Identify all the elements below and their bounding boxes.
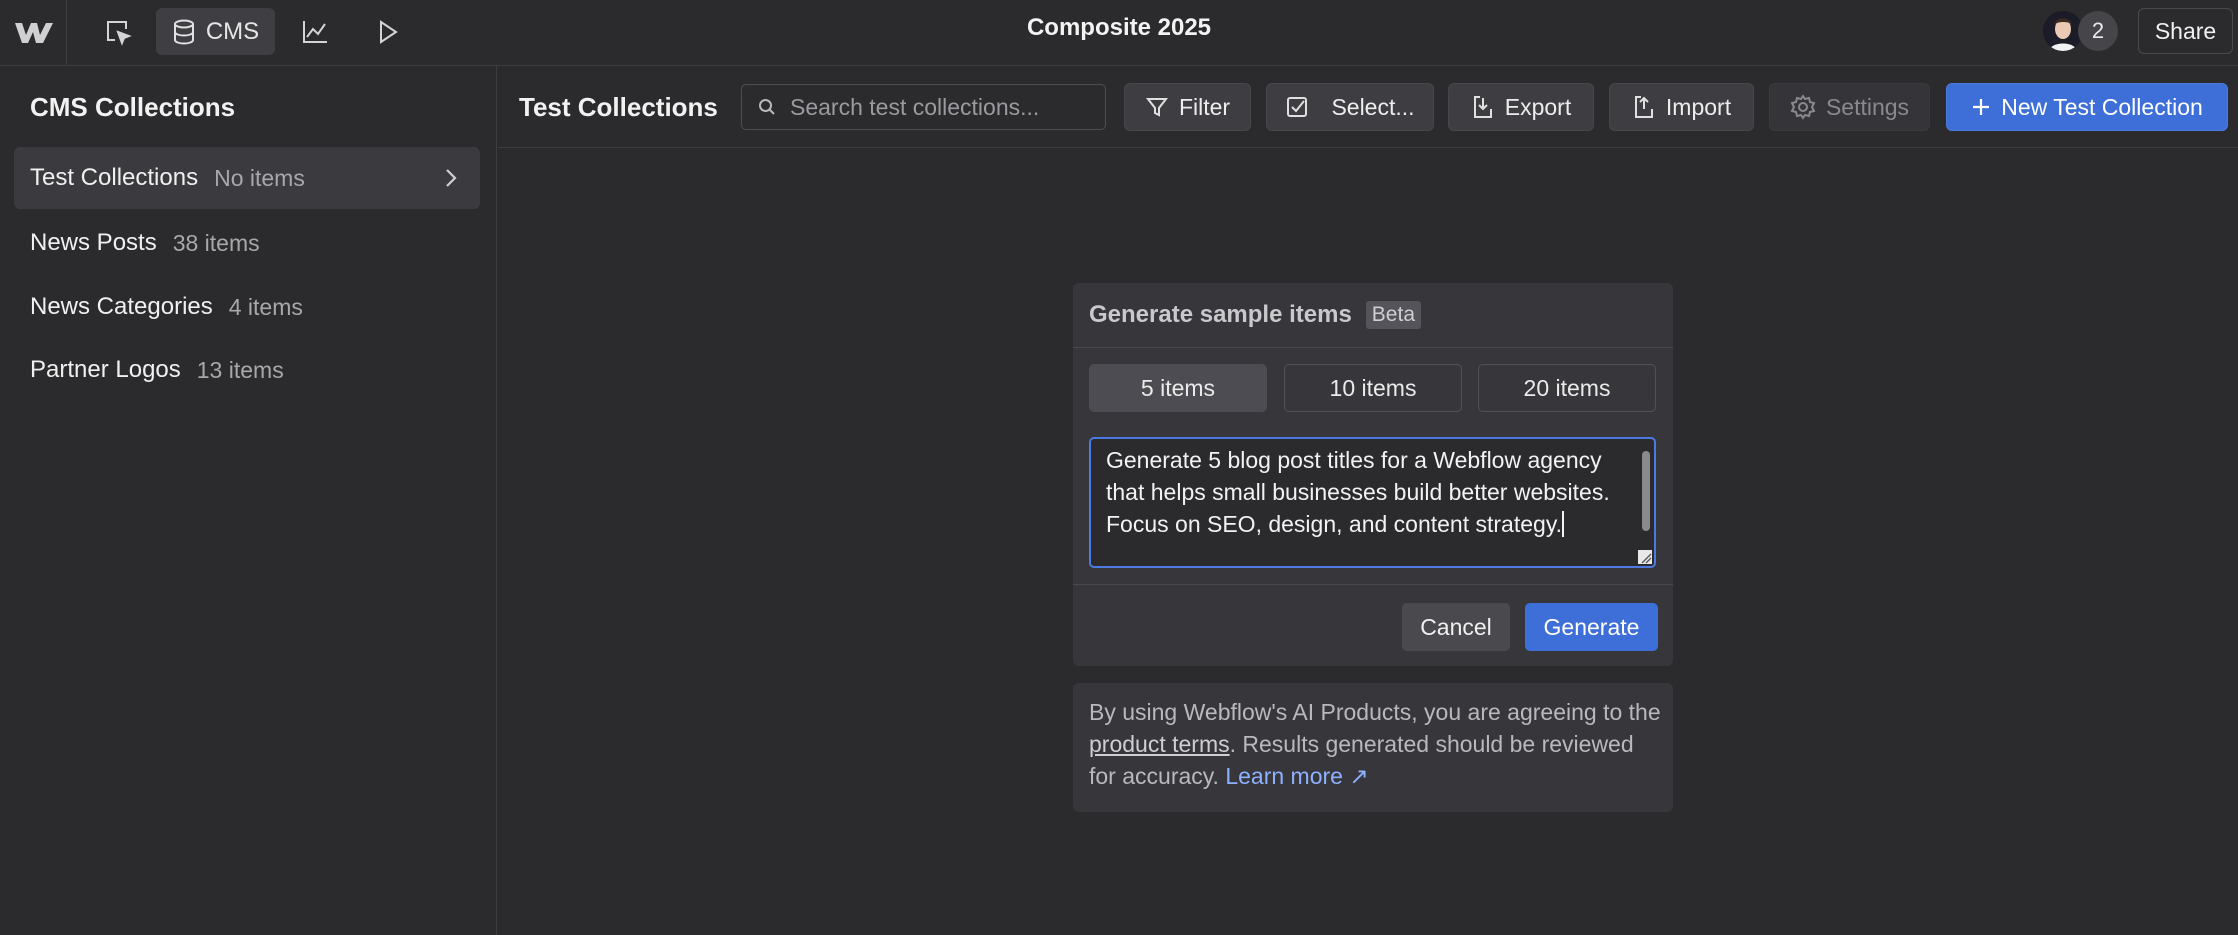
- prompt-textarea[interactable]: Generate 5 blog post titles for a Webflo…: [1089, 437, 1656, 568]
- product-terms-link[interactable]: product terms: [1089, 731, 1230, 757]
- share-button[interactable]: Share: [2138, 8, 2233, 54]
- ai-terms-notice: By using Webflow's AI Products, you are …: [1073, 683, 1673, 812]
- import-label: Import: [1665, 93, 1732, 120]
- settings-label: Settings: [1825, 93, 1910, 120]
- site-title: Composite 2025: [1026, 14, 1212, 41]
- collection-count: No items: [214, 164, 305, 191]
- resize-handle-icon[interactable]: [1638, 550, 1652, 564]
- avatar[interactable]: [2043, 11, 2083, 51]
- select-label: Select...: [1331, 93, 1415, 120]
- notice-text: By using Webflow's AI Products, you are …: [1089, 699, 1661, 789]
- panel-divider: [1073, 584, 1673, 585]
- gear-icon: [1790, 94, 1816, 120]
- cancel-button[interactable]: Cancel: [1402, 603, 1510, 651]
- panel-title: Generate sample items: [1089, 301, 1352, 328]
- collection-name: News Posts: [30, 229, 157, 256]
- option-20-items[interactable]: 20 items: [1478, 364, 1656, 412]
- collection-count: 4 items: [228, 293, 303, 320]
- text-caret: [1562, 511, 1565, 537]
- import-button[interactable]: Import: [1609, 83, 1754, 131]
- settings-button[interactable]: Settings: [1769, 83, 1930, 131]
- sidebar-title: CMS Collections: [30, 92, 236, 122]
- filter-icon: [1145, 95, 1169, 119]
- top-bar: CMS Composite 2025 2 Share: [0, 0, 2238, 66]
- export-icon: [1471, 94, 1495, 120]
- option-10-items[interactable]: 10 items: [1284, 364, 1462, 412]
- import-icon: [1632, 94, 1656, 120]
- search-icon: [758, 98, 776, 116]
- select-button[interactable]: Select...: [1266, 83, 1434, 131]
- collection-count: 38 items: [172, 229, 260, 256]
- prompt-text[interactable]: Generate 5 blog post titles for a Webflo…: [1106, 444, 1626, 540]
- beta-badge: Beta: [1365, 301, 1421, 329]
- new-collection-label: New Test Collection: [2001, 93, 2203, 120]
- search-input[interactable]: [788, 92, 1092, 122]
- sidebar-item-partner-logos[interactable]: Partner Logos 13 items: [14, 339, 480, 401]
- collection-name: Partner Logos: [30, 356, 181, 383]
- chevron-right-icon: [444, 167, 458, 189]
- scrollbar[interactable]: [1642, 451, 1650, 531]
- filter-label: Filter: [1178, 93, 1231, 120]
- sidebar-item-test-collections[interactable]: Test Collections No items: [14, 147, 480, 209]
- sidebar-item-news-posts[interactable]: News Posts 38 items: [14, 212, 480, 274]
- option-5-items[interactable]: 5 items: [1089, 364, 1267, 412]
- sidebar: CMS Collections Test Collections No item…: [0, 66, 497, 935]
- panel-header: Generate sample items Beta: [1073, 283, 1673, 348]
- learn-more-link[interactable]: Learn more ↗: [1225, 763, 1368, 789]
- page-title: Test Collections: [519, 92, 718, 122]
- collection-toolbar: Test Collections Filter Select...: [498, 66, 2238, 148]
- checkbox-icon: [1285, 95, 1309, 119]
- collection-count: 13 items: [196, 356, 284, 383]
- generate-button[interactable]: Generate: [1525, 603, 1658, 651]
- collaborator-count[interactable]: 2: [2078, 11, 2118, 51]
- search-box[interactable]: [741, 84, 1106, 130]
- export-label: Export: [1504, 93, 1572, 120]
- new-collection-button[interactable]: New Test Collection: [1946, 83, 2228, 131]
- generate-sample-items-panel: Generate sample items Beta 5 items 10 it…: [1073, 283, 1673, 666]
- filter-button[interactable]: Filter: [1124, 83, 1251, 131]
- sidebar-item-news-categories[interactable]: News Categories 4 items: [14, 276, 480, 338]
- collection-name: Test Collections: [30, 164, 199, 191]
- collection-name: News Categories: [30, 293, 213, 320]
- plus-icon: [1971, 97, 1991, 117]
- export-button[interactable]: Export: [1448, 83, 1594, 131]
